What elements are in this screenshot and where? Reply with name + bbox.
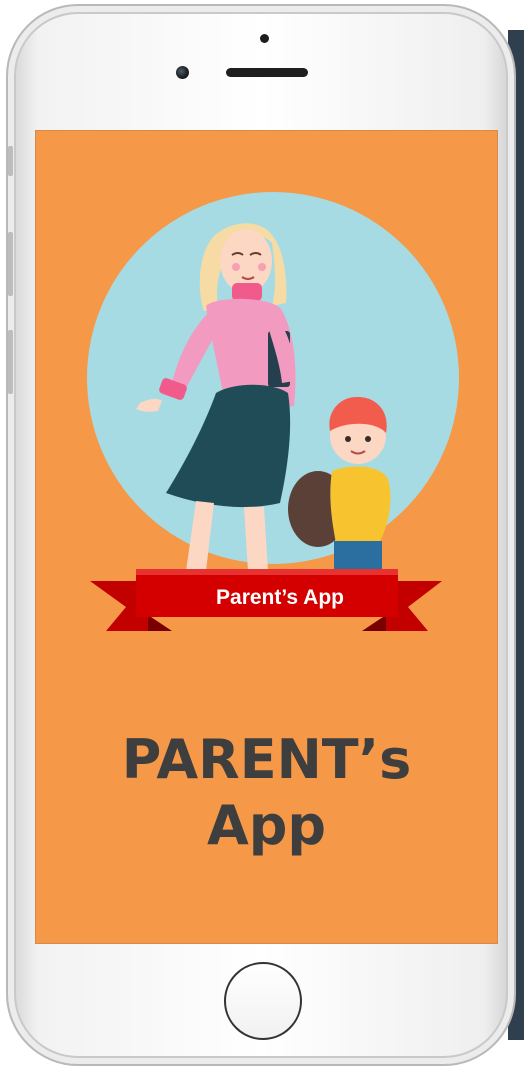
earpiece-speaker	[226, 68, 308, 77]
woman-collar	[232, 283, 262, 301]
volume-down-button	[8, 330, 13, 394]
volume-up-button	[8, 232, 13, 296]
app-title: PARENT’s App	[36, 727, 497, 859]
mute-switch	[8, 146, 13, 176]
front-camera-icon	[176, 66, 189, 79]
home-button[interactable]	[224, 962, 302, 1040]
ribbon-label: Parent’s App	[216, 586, 344, 609]
app-splash-screen: Parent’s App PARENT’s App	[36, 131, 497, 943]
parent-child-illustration	[87, 192, 459, 631]
boy-shirt	[330, 466, 391, 543]
boy-pants	[334, 541, 382, 571]
app-title-line-2: App	[206, 794, 327, 857]
app-title-line-1: PARENT’s	[121, 728, 412, 791]
proximity-sensor	[260, 34, 269, 43]
